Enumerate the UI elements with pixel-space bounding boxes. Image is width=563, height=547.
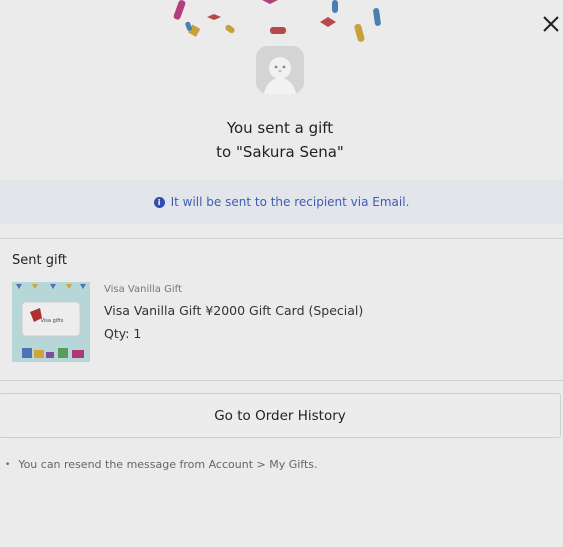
resend-note-text: You can resend the message from Account … [18,458,318,471]
divider [0,380,563,381]
title-line-1: You sent a gift [226,119,334,137]
info-icon: i [153,196,165,208]
gift-card-image: Visa gifts [12,282,90,362]
gift-quantity: Qty: 1 [104,326,142,341]
resend-note: • You can resend the message from Accoun… [5,458,318,471]
svg-text:Visa gifts: Visa gifts [41,318,64,324]
notice-text: It will be sent to the recipient via Ema… [170,195,410,209]
gift-product-name: Visa Vanilla Gift ¥2000 Gift Card (Speci… [104,303,364,318]
close-icon [543,16,559,32]
title-line-2: to "Sakura Sena" [216,143,344,161]
recipient-avatar [256,46,304,94]
confirmation-title: You sent a gift to "Sakura Sena" [0,116,560,164]
gift-brand: Visa Vanilla Gift [104,284,182,295]
close-button[interactable] [539,12,563,36]
section-title: Sent gift [12,253,68,268]
order-history-button-label: Go to Order History [214,407,346,424]
go-to-order-history-button[interactable]: Go to Order History [0,393,561,438]
bullet-icon: • [5,459,11,470]
email-notice-banner: i It will be sent to the recipient via E… [0,180,563,224]
divider [0,238,563,239]
